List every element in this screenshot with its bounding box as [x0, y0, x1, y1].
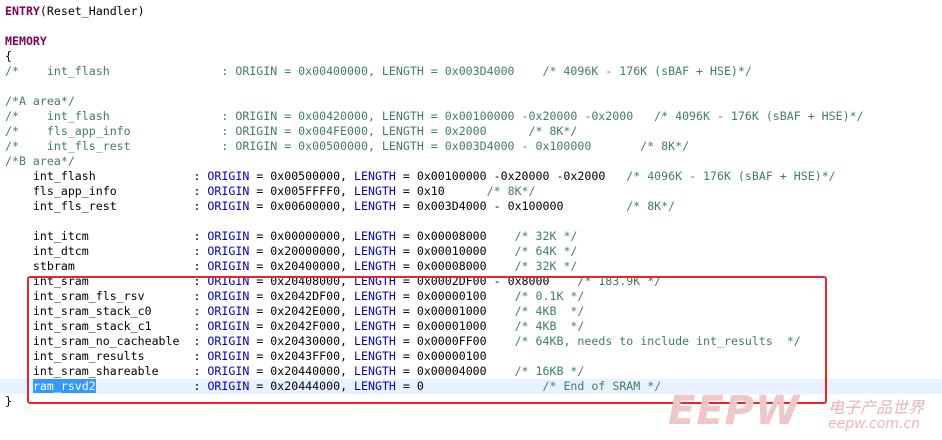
code-token: LENGTH	[354, 184, 396, 198]
code-token: LENGTH	[354, 259, 396, 273]
code-token: LENGTH	[354, 199, 396, 213]
code-token: int_fls_rest :	[5, 199, 208, 213]
code-line[interactable]: stbram : ORIGIN = 0x20400000, LENGTH = 0…	[5, 259, 578, 274]
eepw-watermark: EEPW 电子产品世界 eepw.com.cn	[668, 388, 938, 438]
code-token: = 0x00010000	[395, 244, 515, 258]
code-line[interactable]: int_dtcm : ORIGIN = 0x20000000, LENGTH =…	[5, 244, 578, 259]
code-token: /* 32K */	[514, 229, 578, 243]
code-token: = 0x00008000	[395, 229, 515, 243]
code-token: ENTRY	[5, 4, 40, 18]
code-token: fls_app_info :	[5, 184, 208, 198]
code-token: LENGTH	[354, 229, 396, 243]
code-line[interactable]: /*A area*/	[5, 94, 75, 109]
code-token: = 0x00008000	[395, 259, 515, 273]
code-token: /* 8K*/	[486, 184, 536, 198]
watermark-cn-text: 电子产品世界	[828, 398, 925, 417]
code-token: /* int_fls_rest : ORIGIN = 0x00500000, L…	[5, 139, 690, 153]
code-token: = 0x00600000,	[249, 199, 355, 213]
code-token: /*A area*/	[5, 94, 75, 108]
code-line[interactable]: int_flash : ORIGIN = 0x00500000, LENGTH …	[5, 169, 836, 184]
code-token: = 0x00000000,	[249, 229, 355, 243]
watermark-logo: EEPW	[668, 388, 801, 434]
code-line[interactable]: /* int_flash : ORIGIN = 0x00420000, LENG…	[5, 109, 864, 124]
code-line[interactable]: int_fls_rest : ORIGIN = 0x00600000, LENG…	[5, 199, 675, 214]
code-token: /* 8K*/	[626, 199, 676, 213]
code-token: /* int_flash : ORIGIN = 0x00400000, LENG…	[5, 64, 752, 78]
code-token: LENGTH	[354, 169, 396, 183]
code-token: ORIGIN	[207, 244, 250, 258]
code-token: /*B area*/	[5, 154, 75, 168]
code-token: /* fls_app_info : ORIGIN = 0x004FE000, L…	[5, 124, 578, 138]
code-token: /* 4096K - 176K (sBAF + HSE)*/	[626, 169, 836, 183]
code-token: = 0x005FFFF0,	[249, 184, 355, 198]
code-token: = 0x20000000,	[249, 244, 355, 258]
code-token: }	[5, 394, 12, 408]
code-line[interactable]: MEMORY	[5, 34, 47, 49]
code-token: ORIGIN	[207, 199, 250, 213]
code-line[interactable]: /* fls_app_info : ORIGIN = 0x004FE000, L…	[5, 124, 577, 139]
watermark-url: eepw.com.cn	[828, 416, 921, 432]
code-token: ORIGIN	[207, 184, 250, 198]
code-token: ORIGIN	[207, 169, 250, 183]
code-line[interactable]: fls_app_info : ORIGIN = 0x005FFFF0, LENG…	[5, 184, 536, 199]
code-line[interactable]: /*B area*/	[5, 154, 75, 169]
code-line[interactable]: ENTRY(Reset_Handler)	[5, 4, 145, 19]
code-token: = 0x00500000,	[249, 169, 355, 183]
code-token: (Reset_Handler)	[39, 4, 145, 18]
highlight-box	[27, 276, 827, 404]
code-line[interactable]: {	[5, 49, 12, 64]
code-line[interactable]: /* int_fls_rest : ORIGIN = 0x00500000, L…	[5, 139, 689, 154]
code-token: = 0x20400000,	[249, 259, 355, 273]
code-token: /* int_flash : ORIGIN = 0x00420000, LENG…	[5, 109, 864, 123]
code-token: = 0x10	[395, 184, 487, 198]
code-line[interactable]: int_itcm : ORIGIN = 0x00000000, LENGTH =…	[5, 229, 578, 244]
code-line[interactable]: }	[5, 394, 12, 409]
code-token: int_flash :	[5, 169, 208, 183]
code-token: /* 64K */	[514, 244, 578, 258]
code-token: int_itcm :	[5, 229, 208, 243]
code-token: = 0x00100000 -0x20000 -0x2000	[395, 169, 627, 183]
code-token: MEMORY	[5, 34, 47, 48]
code-token: stbram :	[5, 259, 208, 273]
code-token: ORIGIN	[207, 259, 250, 273]
code-token: int_dtcm :	[5, 244, 208, 258]
code-token: ORIGIN	[207, 229, 250, 243]
code-token: {	[5, 49, 12, 63]
code-line[interactable]: /* int_flash : ORIGIN = 0x00400000, LENG…	[5, 64, 752, 79]
code-token: LENGTH	[354, 244, 396, 258]
code-token: = 0x003D4000 - 0x100000	[395, 199, 627, 213]
code-token: /* 32K */	[514, 259, 578, 273]
